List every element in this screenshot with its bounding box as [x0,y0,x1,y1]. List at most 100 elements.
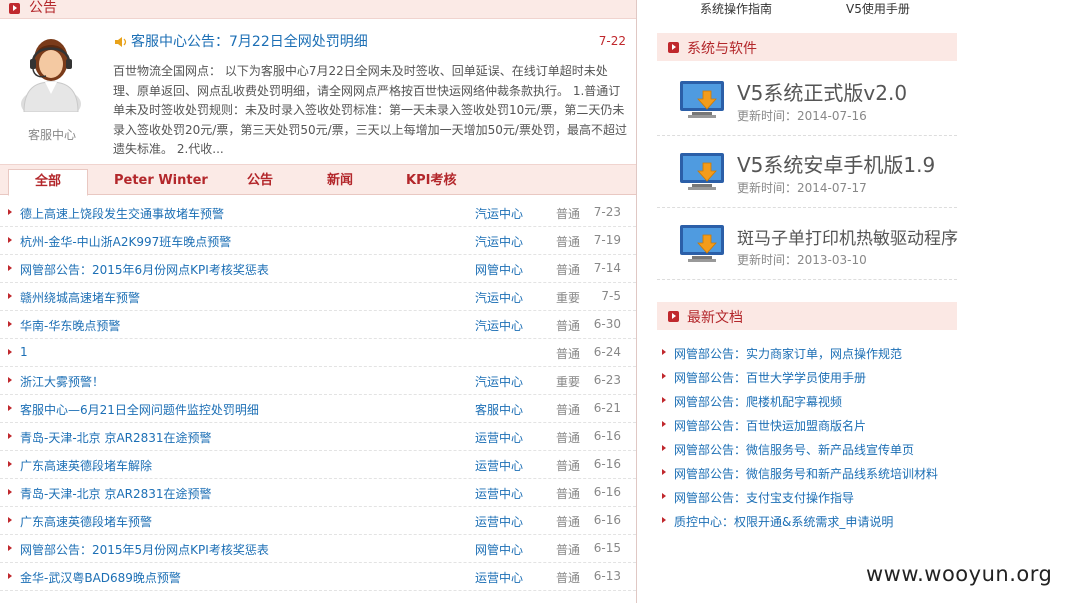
list-item: 华南-华东晚点预警 汽运中心 普通 6-30 [0,311,636,339]
news-level: 普通 [556,515,581,529]
news-title[interactable]: 青岛-天津-北京 京AR2831在途预警 [20,485,212,502]
download-monitor-icon [680,153,724,190]
news-title[interactable]: 赣州绕城高速堵车预警 [20,289,140,306]
doc-item: 网管部公告：微信服务号和新产品线系统培训材料 [657,461,957,485]
news-title[interactable]: 浙江大雾预警！ [20,373,104,390]
docs-section-header: 最新文档 [657,302,957,330]
news-title[interactable]: 青岛-天津-北京 京AR2831在途预警 [20,429,212,446]
software-section-header: 系统与软件 [657,33,957,61]
news-title[interactable]: 网管部公告：2015年5月份网点KPI考核奖惩表 [20,541,269,558]
software-name[interactable]: 斑马子单打印机热敏驱动程序 [737,224,958,249]
bullet-arrow-icon [8,545,12,551]
news-level: 普通 [556,319,581,333]
doc-link[interactable]: 网管部公告：百世快运加盟商版名片 [674,417,866,434]
doc-link[interactable]: 网管部公告：微信服务号和新产品线系统培训材料 [674,465,938,482]
software-name[interactable]: V5系统安卓手机版1.9 [737,149,935,178]
news-title[interactable]: 客服中心—6月21日全网问题件监控处罚明细 [20,401,259,418]
bullet-arrow-icon [8,377,12,383]
news-date: 6-16 [593,513,621,527]
news-level: 重要 [556,375,581,389]
news-date: 6-23 [593,373,621,387]
news-center[interactable]: 汽运中心 [475,289,523,306]
news-center[interactable]: 网管中心 [475,261,523,278]
tab-announcement[interactable]: 公告 [247,172,273,189]
news-center[interactable]: 运营中心 [475,569,523,586]
news-title[interactable]: 华南-华东晚点预警 [20,317,120,334]
bullet-arrow-icon [662,397,666,403]
bullet-arrow-icon [662,445,666,451]
announcement-title[interactable]: 客服中心公告：7月22日全网处罚明细 [131,33,368,51]
doc-link[interactable]: 网管部公告：实力商家订单，网点操作规范 [674,345,902,362]
list-item: 青岛-天津-北京 京AR2831在途预警 运营中心 普通 6-16 [0,479,636,507]
doc-link[interactable]: 网管部公告：爬楼机配字幕视频 [674,393,842,410]
notice-section-title: 公告 [29,0,57,16]
news-date: 7-19 [593,233,621,247]
list-item: 浙江大雾预警！ 汽运中心 重要 6-23 [0,367,636,395]
bullet-arrow-icon [8,461,12,467]
news-center[interactable]: 运营中心 [475,485,523,502]
list-item: 青岛-天津-北京 京AR2831在途预警 运营中心 普通 6-16 [0,423,636,451]
list-item: 德上高速上饶段发生交通事故堵车预警 汽运中心 普通 7-23 [0,199,636,227]
tab-kpi[interactable]: KPI考核 [406,172,456,189]
tab-peter-winter[interactable]: Peter Winter [114,172,208,189]
list-item: 客服中心—6月21日全网问题件监控处罚明细 客服中心 普通 6-21 [0,395,636,423]
news-level: 普通 [556,347,581,361]
download-monitor-icon [680,225,724,262]
news-center[interactable]: 运营中心 [475,457,523,474]
news-title[interactable]: 广东高速英德段堵车解除 [20,457,152,474]
news-date: 6-13 [593,569,621,583]
news-title[interactable]: 网管部公告：2015年6月份网点KPI考核奖惩表 [20,261,269,278]
link-v5-manual[interactable]: V5使用手册 [846,0,910,17]
news-center[interactable]: 运营中心 [475,513,523,530]
news-center[interactable]: 汽运中心 [475,317,523,334]
software-section-title: 系统与软件 [687,41,757,57]
bullet-arrow-icon [8,517,12,523]
news-title[interactable]: 德上高速上饶段发生交通事故堵车预警 [20,205,224,222]
doc-link[interactable]: 网管部公告：支付宝支付操作指导 [674,489,854,506]
news-center[interactable]: 运营中心 [475,429,523,446]
news-title[interactable]: 广东高速英德段堵车预警 [20,513,152,530]
notice-header: 公告 [0,0,636,19]
bullet-arrow-icon [8,433,12,439]
link-system-guide[interactable]: 系统操作指南 [700,0,772,17]
news-date: 7-5 [601,289,621,303]
news-date: 6-15 [593,541,621,555]
docs-list: 网管部公告：实力商家订单，网点操作规范 网管部公告：百世大学学员使用手册 网管部… [657,341,957,533]
customer-service-avatar [21,39,81,112]
doc-link[interactable]: 质控中心：权限开通&系统需求_申请说明 [674,513,893,530]
news-level: 普通 [556,543,581,557]
news-tabs: 全部 Peter Winter 公告 新闻 KPI考核 [0,164,636,196]
news-center[interactable]: 网管中心 [475,541,523,558]
news-date: 6-16 [593,485,621,499]
list-item: 网管部公告：2015年5月份网点KPI考核奖惩表 网管中心 普通 6-15 [0,535,636,563]
news-center[interactable]: 汽运中心 [475,205,523,222]
software-name[interactable]: V5系统正式版v2.0 [737,77,907,106]
news-date: 6-16 [593,429,621,443]
bullet-arrow-icon [8,209,12,215]
bullet-arrow-icon [662,349,666,355]
tab-all[interactable]: 全部 [8,169,88,196]
list-item: 广东高速英德段堵车预警 运营中心 普通 6-16 [0,507,636,535]
news-center[interactable]: 汽运中心 [475,373,523,390]
news-title[interactable]: 1 [20,345,28,359]
doc-item: 质控中心：权限开通&系统需求_申请说明 [657,509,957,533]
doc-item: 网管部公告：爬楼机配字幕视频 [657,389,957,413]
bullet-arrow-icon [8,573,12,579]
news-date: 6-16 [593,457,621,471]
news-center[interactable]: 客服中心 [475,401,523,418]
doc-item: 网管部公告：支付宝支付操作指导 [657,485,957,509]
software-item: V5系统安卓手机版1.9 更新时间：2014-07-17 [657,138,957,208]
tab-news[interactable]: 新闻 [327,172,353,189]
announcement-title-row: 客服中心公告：7月22日全网处罚明细 7-22 [114,33,626,53]
news-list: 德上高速上饶段发生交通事故堵车预警 汽运中心 普通 7-23 杭州-金华-中山浙A2K… [0,199,636,591]
software-item: V5系统正式版v2.0 更新时间：2014-07-16 [657,66,957,136]
news-level: 普通 [556,459,581,473]
doc-link[interactable]: 网管部公告：百世大学学员使用手册 [674,369,866,386]
news-title[interactable]: 杭州-金华-中山浙A2K997班车晚点预警 [20,233,231,250]
news-center[interactable]: 汽运中心 [475,233,523,250]
doc-item: 网管部公告：百世快运加盟商版名片 [657,413,957,437]
doc-link[interactable]: 网管部公告：微信服务号、新产品线宣传单页 [674,441,914,458]
news-title[interactable]: 金华-武汉粤BAD689晚点预警 [20,569,181,586]
list-item: 网管部公告：2015年6月份网点KPI考核奖惩表 网管中心 普通 7-14 [0,255,636,283]
news-level: 普通 [556,431,581,445]
